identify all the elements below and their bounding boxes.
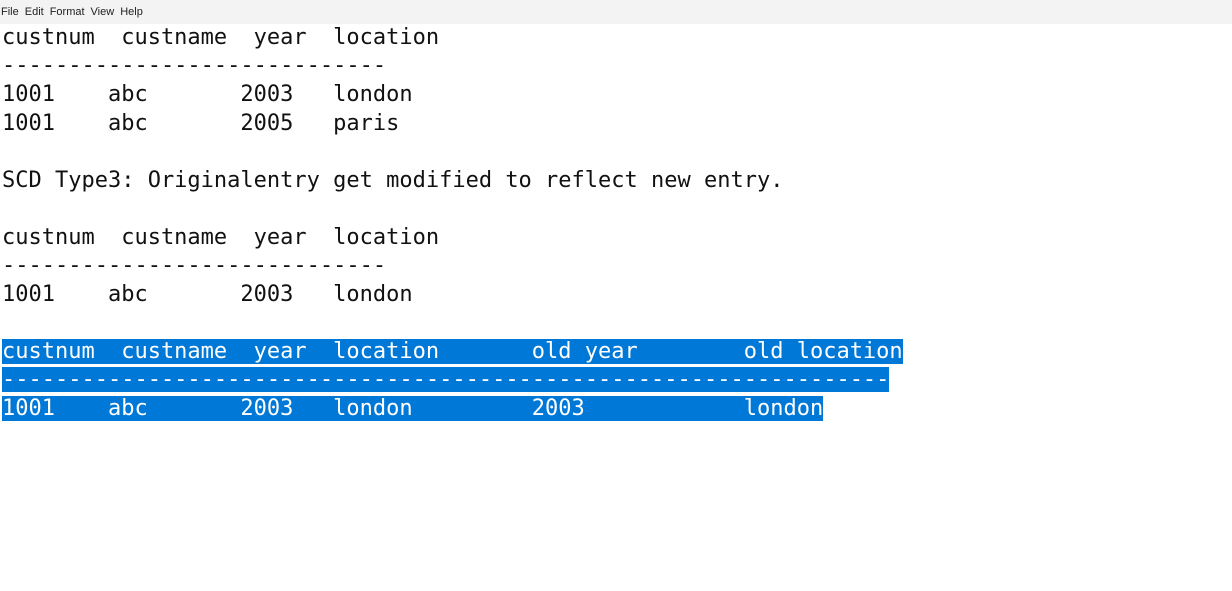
- menu-file[interactable]: File: [0, 0, 24, 24]
- selected-text: 1001 abc 2003 london 2003 london: [2, 396, 824, 421]
- selected-text-line: 1001 abc 2003 london 2003 london: [2, 395, 824, 423]
- menu-help[interactable]: Help: [119, 0, 148, 24]
- text-editor-area[interactable]: custnum custname year location ---------…: [0, 24, 1232, 591]
- text-line: -----------------------------: [2, 253, 387, 278]
- text-line: -----------------------------: [2, 53, 387, 78]
- text-line: custnum custname year location: [2, 25, 440, 50]
- menu-view[interactable]: View: [90, 0, 120, 24]
- menu-bar: File Edit Format View Help: [0, 0, 1232, 24]
- text-line: 1001 abc 2003 london: [2, 282, 413, 307]
- text-line: 1001 abc 2005 paris: [2, 111, 400, 136]
- selected-text-line: ----------------------------------------…: [2, 366, 890, 394]
- notepad-window: File Edit Format View Help custnum custn…: [0, 0, 1232, 591]
- text-line: SCD Type3: Originalentry get modified to…: [2, 168, 784, 193]
- selected-text-line: custnum custname year location old year …: [2, 338, 903, 366]
- menu-edit[interactable]: Edit: [24, 0, 49, 24]
- text-line: 1001 abc 2003 london: [2, 82, 413, 107]
- menu-format[interactable]: Format: [49, 0, 90, 24]
- selected-text: ----------------------------------------…: [2, 367, 890, 392]
- text-line: custnum custname year location: [2, 225, 440, 250]
- selected-text: custnum custname year location old year …: [2, 339, 903, 364]
